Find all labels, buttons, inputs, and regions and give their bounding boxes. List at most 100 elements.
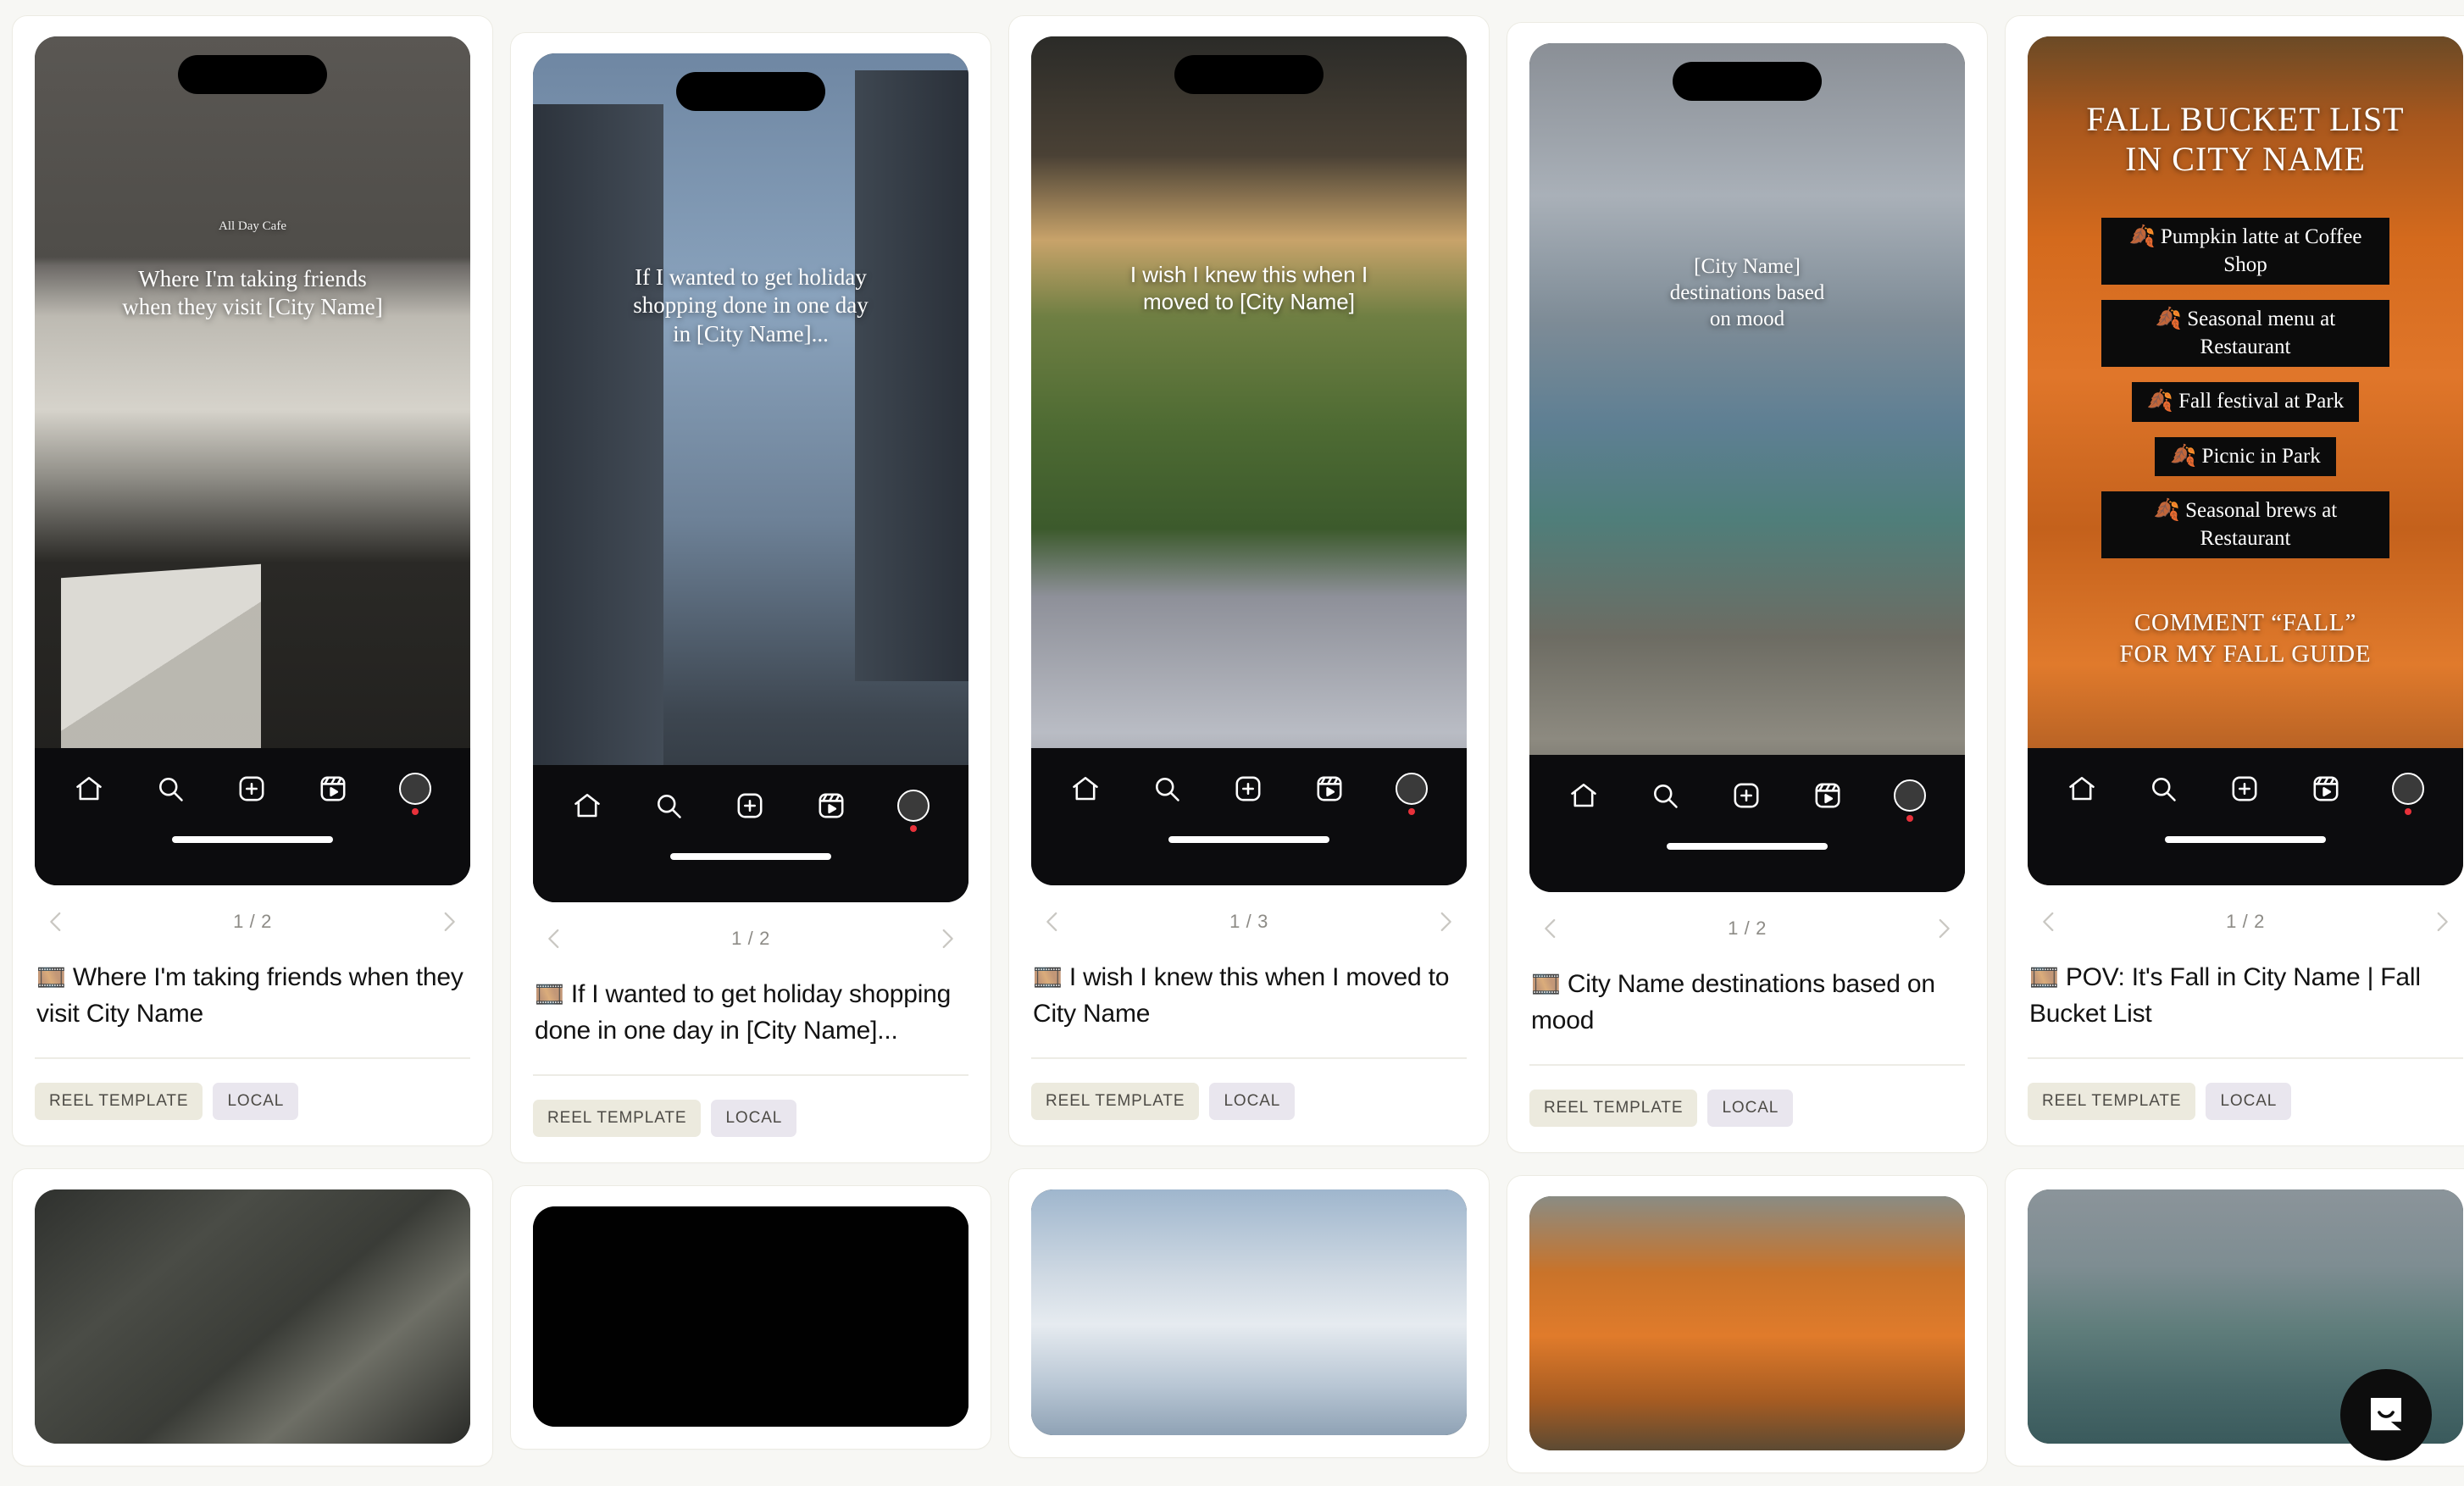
- tag-local[interactable]: LOCAL: [1707, 1089, 1794, 1127]
- slide-counter: 1 / 2: [731, 928, 770, 949]
- template-card[interactable]: [12, 1167, 493, 1467]
- avatar-icon[interactable]: [1396, 773, 1428, 815]
- overlay-list-item: 🍂 Pumpkin latte at Coffee Shop: [2101, 218, 2389, 286]
- next-slide-button[interactable]: [1428, 904, 1463, 940]
- phone-preview[interactable]: All Day Cafe Where I'm taking friends wh…: [35, 36, 470, 885]
- avatar-icon[interactable]: [897, 790, 930, 832]
- phone-preview[interactable]: [1529, 1195, 1965, 1450]
- tag-list: REEL TEMPLATE LOCAL: [1529, 1066, 1965, 1127]
- next-slide-button[interactable]: [2424, 904, 2460, 940]
- template-card[interactable]: [City Name] destinations based on mood 1…: [1507, 22, 1988, 1153]
- tag-list: REEL TEMPLATE LOCAL: [533, 1076, 968, 1137]
- home-icon[interactable]: [2067, 773, 2097, 804]
- home-icon[interactable]: [572, 790, 602, 821]
- search-icon[interactable]: [1650, 780, 1680, 811]
- phone-notch: [676, 72, 825, 111]
- next-slide-button[interactable]: [1926, 911, 1962, 946]
- prev-slide-button[interactable]: [536, 921, 572, 956]
- instagram-nav-bar: [1529, 755, 1965, 892]
- search-icon[interactable]: [1152, 773, 1182, 804]
- overlay-line: when they visit [City Name]: [122, 294, 383, 320]
- template-card[interactable]: I wish I knew this when I moved to [City…: [1008, 15, 1490, 1146]
- reels-icon[interactable]: [816, 790, 846, 821]
- home-indicator: [172, 836, 333, 843]
- phone-preview[interactable]: [1031, 1189, 1467, 1435]
- template-card[interactable]: FALL BUCKET LIST IN CITY NAME 🍂 Pumpkin …: [2005, 15, 2464, 1146]
- caption-text: I wish I knew this when I moved to City …: [1033, 963, 1450, 1028]
- overlay-list-item: 🍂 Fall festival at Park: [2131, 382, 2360, 422]
- phone-preview[interactable]: [533, 1206, 968, 1427]
- tag-reel-template[interactable]: REEL TEMPLATE: [1529, 1089, 1698, 1127]
- preview-media: [533, 1206, 968, 1427]
- reels-icon[interactable]: [318, 773, 348, 804]
- tag-reel-template[interactable]: REEL TEMPLATE: [35, 1082, 203, 1120]
- phone-preview[interactable]: FALL BUCKET LIST IN CITY NAME 🍂 Pumpkin …: [2028, 36, 2463, 885]
- home-icon[interactable]: [1568, 780, 1599, 811]
- search-icon[interactable]: [2148, 773, 2178, 804]
- home-icon[interactable]: [74, 773, 104, 804]
- reels-icon[interactable]: [1314, 773, 1345, 804]
- tag-list: REEL TEMPLATE LOCAL: [1031, 1059, 1467, 1120]
- grid-column-3: I wish I knew this when I moved to [City…: [1008, 15, 1490, 1473]
- intercom-launcher-button[interactable]: [2340, 1369, 2432, 1461]
- template-card[interactable]: If I wanted to get holiday shopping done…: [510, 32, 991, 1163]
- overlay-list-item: 🍂 Picnic in Park: [2155, 436, 2336, 477]
- notification-dot: [412, 808, 419, 815]
- overlay-line: moved to [City Name]: [1143, 289, 1355, 315]
- phone-preview[interactable]: If I wanted to get holiday shopping done…: [533, 53, 968, 902]
- slide-counter: 1 / 3: [1229, 911, 1268, 932]
- prev-slide-button[interactable]: [1035, 904, 1070, 940]
- phone-preview[interactable]: [City Name] destinations based on mood: [1529, 43, 1965, 892]
- templates-board: All Day Cafe Where I'm taking friends wh…: [0, 0, 2464, 1486]
- avatar-icon[interactable]: [2392, 773, 2424, 815]
- caption-text: Where I'm taking friends when they visit…: [36, 963, 463, 1028]
- next-slide-button[interactable]: [930, 921, 965, 956]
- phone-preview[interactable]: [35, 1189, 470, 1444]
- search-icon[interactable]: [155, 773, 186, 804]
- tag-local[interactable]: LOCAL: [711, 1099, 797, 1137]
- plus-square-icon[interactable]: [1731, 780, 1762, 811]
- plus-square-icon[interactable]: [735, 790, 765, 821]
- phone-preview[interactable]: I wish I knew this when I moved to [City…: [1031, 36, 1467, 885]
- template-card[interactable]: [510, 1184, 991, 1450]
- tag-list: REEL TEMPLATE LOCAL: [35, 1059, 470, 1120]
- overlay-title-line: FALL BUCKET LIST: [2086, 100, 2405, 138]
- preview-media: [1031, 1189, 1467, 1435]
- tag-local[interactable]: LOCAL: [213, 1082, 299, 1120]
- tag-local[interactable]: LOCAL: [2206, 1082, 2292, 1120]
- prev-slide-button[interactable]: [2031, 904, 2067, 940]
- overlay-line: Where I'm taking friends: [138, 266, 367, 291]
- prev-slide-button[interactable]: [1533, 911, 1568, 946]
- plus-square-icon[interactable]: [2229, 773, 2260, 804]
- reels-icon[interactable]: [2311, 773, 2341, 804]
- overlay-line: in [City Name]...: [673, 320, 829, 347]
- notification-dot: [1408, 808, 1415, 815]
- template-card[interactable]: [1008, 1167, 1490, 1458]
- overlay-line: shopping done in one day: [633, 292, 869, 319]
- tag-reel-template[interactable]: REEL TEMPLATE: [1031, 1082, 1200, 1120]
- avatar-icon[interactable]: [399, 773, 431, 815]
- template-card[interactable]: All Day Cafe Where I'm taking friends wh…: [12, 15, 493, 1146]
- film-frames-emoji: 🎞️: [1033, 964, 1063, 990]
- template-card[interactable]: [1507, 1174, 1988, 1473]
- chat-bubble-icon: [2363, 1390, 2409, 1440]
- tag-reel-template[interactable]: REEL TEMPLATE: [2028, 1082, 2196, 1120]
- notification-dot: [2405, 808, 2411, 815]
- reels-icon[interactable]: [1812, 780, 1843, 811]
- plus-square-icon[interactable]: [1233, 773, 1263, 804]
- overlay-sign: All Day Cafe: [219, 219, 286, 233]
- tag-reel-template[interactable]: REEL TEMPLATE: [533, 1099, 702, 1137]
- phone-notch: [1673, 62, 1822, 101]
- plus-square-icon[interactable]: [236, 773, 267, 804]
- search-icon[interactable]: [653, 790, 684, 821]
- next-slide-button[interactable]: [431, 904, 467, 940]
- overlay-item-list: 🍂 Pumpkin latte at Coffee Shop 🍂 Seasona…: [2028, 218, 2463, 559]
- avatar-icon[interactable]: [1894, 779, 1926, 822]
- grid-column-4: [City Name] destinations based on mood 1…: [1507, 15, 1988, 1473]
- tag-local[interactable]: LOCAL: [1209, 1082, 1296, 1120]
- card-caption: 🎞️ I wish I knew this when I moved to Ci…: [1031, 945, 1467, 1057]
- home-icon[interactable]: [1070, 773, 1101, 804]
- phone-notch: [1174, 55, 1324, 94]
- overlay-line: I wish I knew this when I: [1129, 262, 1368, 287]
- prev-slide-button[interactable]: [38, 904, 74, 940]
